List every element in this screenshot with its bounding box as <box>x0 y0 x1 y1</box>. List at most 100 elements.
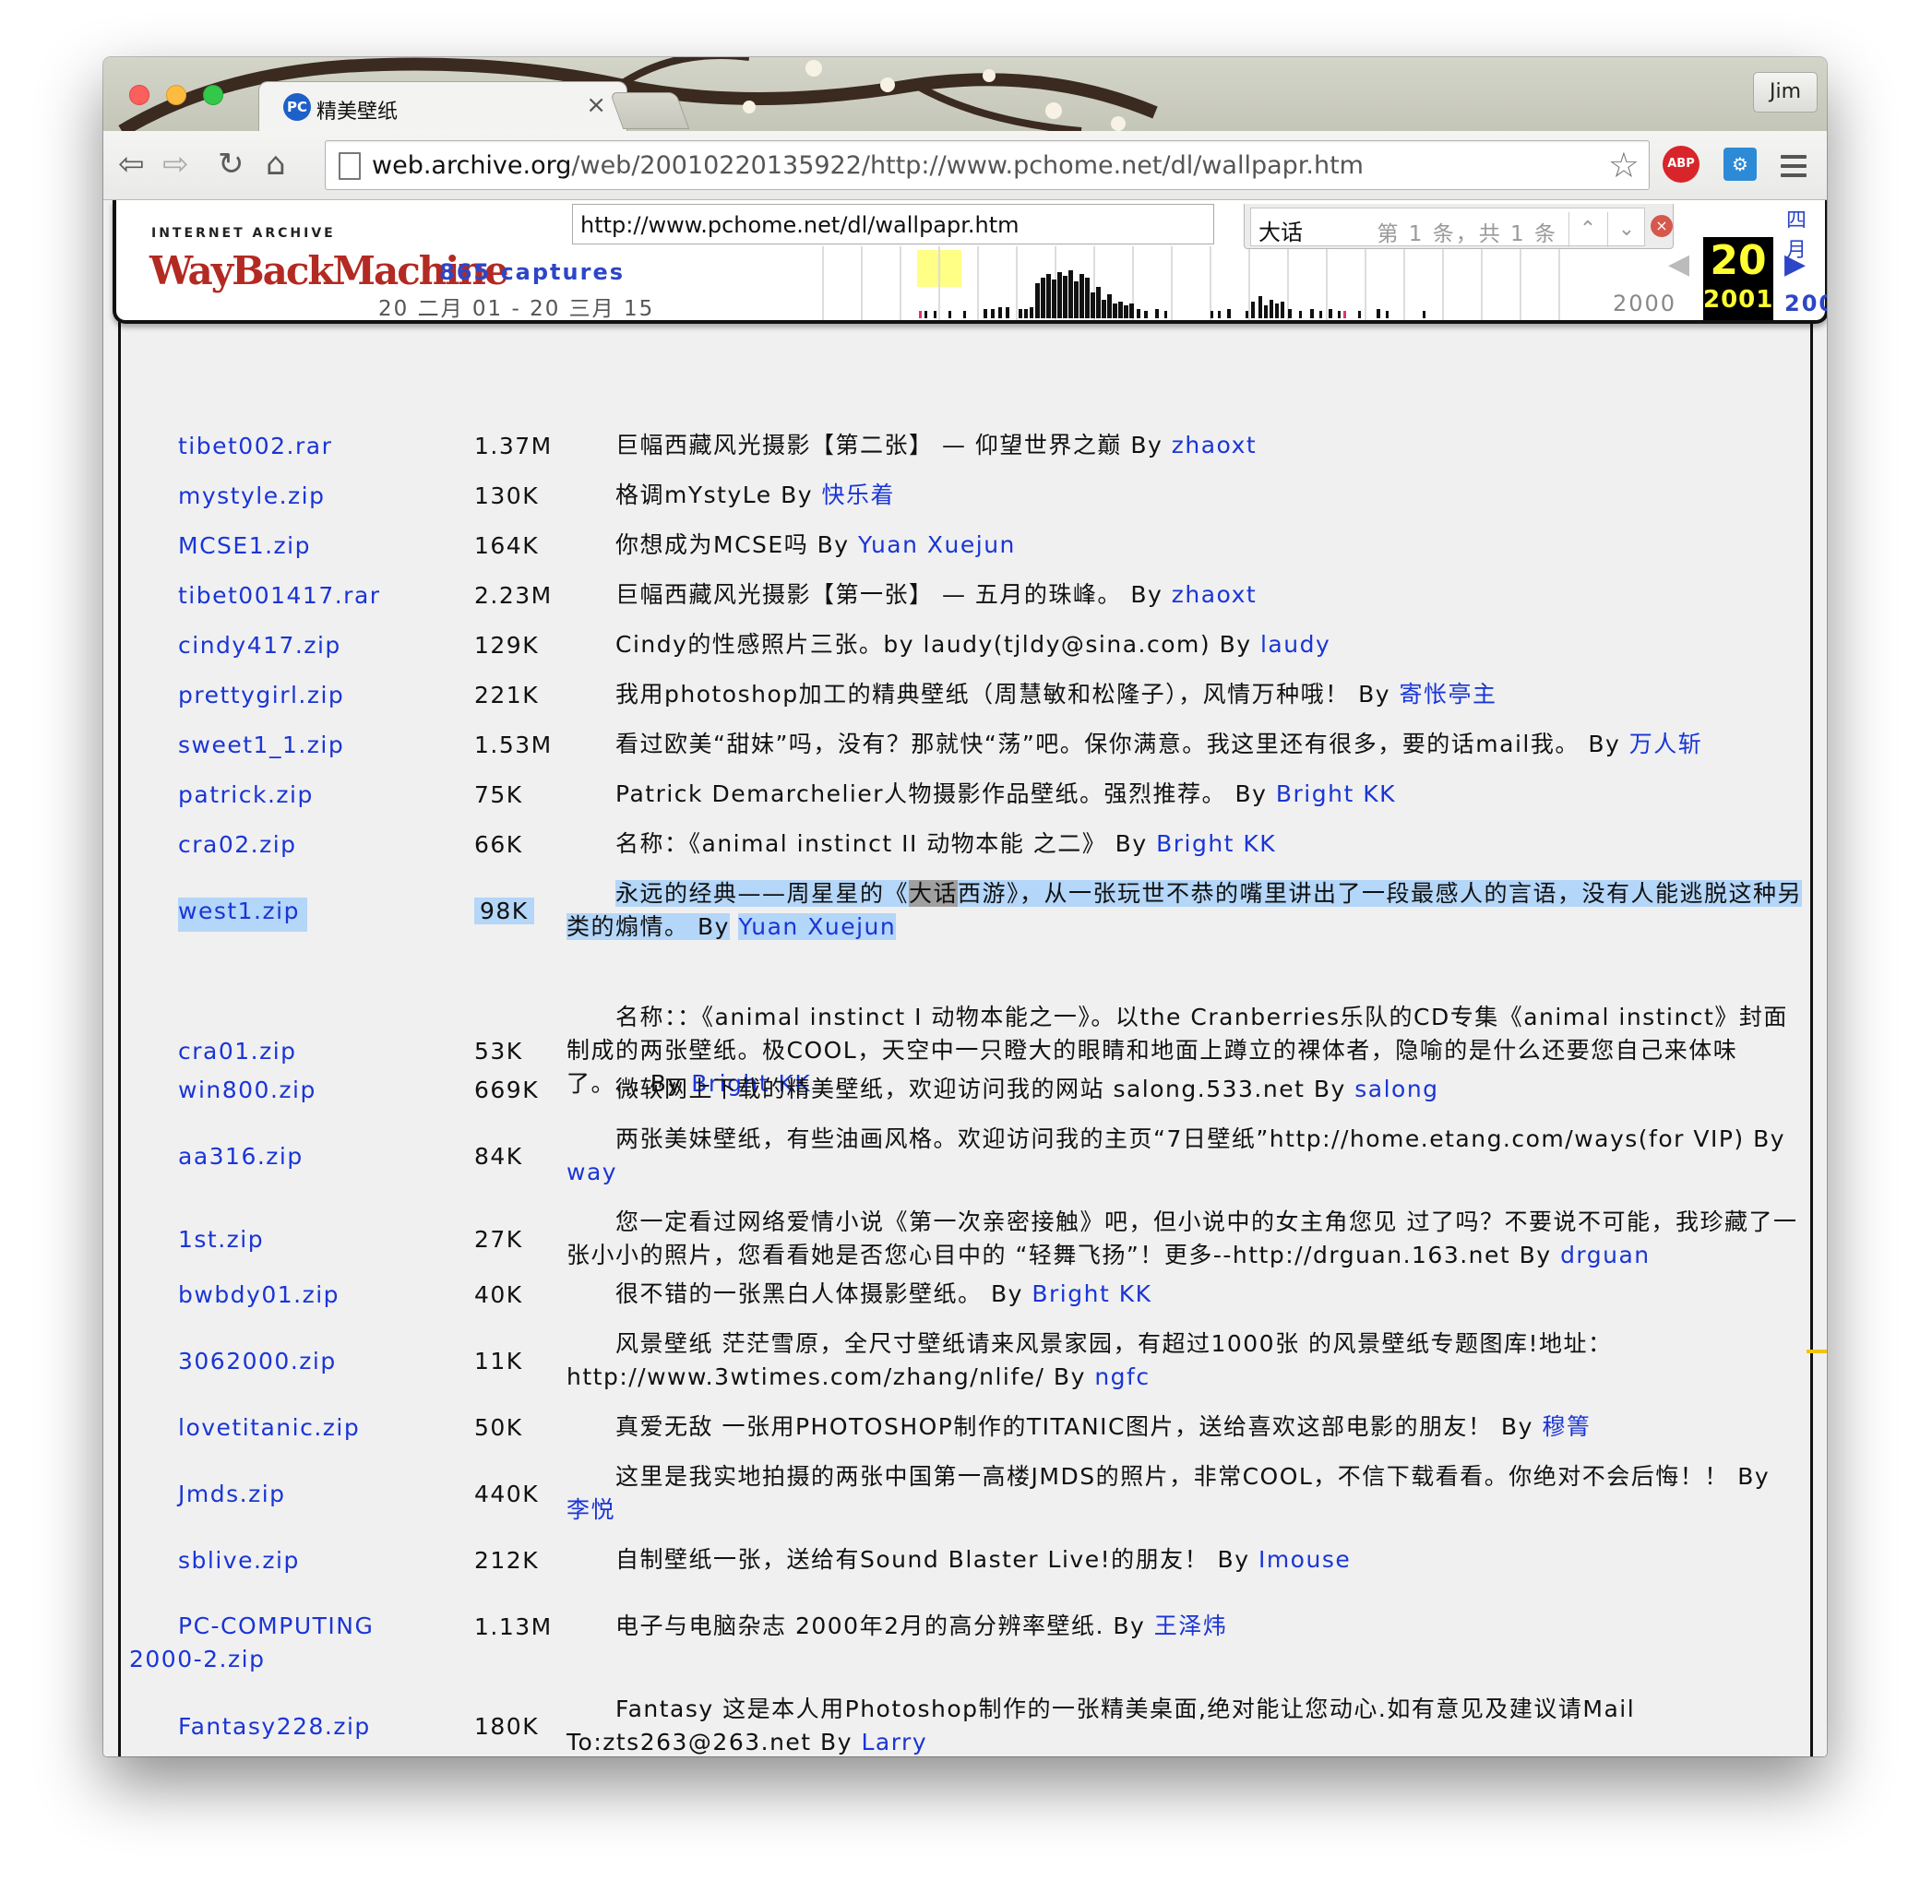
author-link[interactable]: drguan <box>1560 1242 1651 1268</box>
author-link[interactable]: Bright KK <box>1032 1280 1151 1307</box>
year-next-link[interactable]: 2002 <box>1784 291 1827 316</box>
find-next-icon[interactable]: ⌄ <box>1607 212 1645 247</box>
author-link[interactable]: 穆箐 <box>1542 1413 1591 1440</box>
captures-sparkline[interactable] <box>786 246 1616 320</box>
address-text: web.archive.org/web/20010220135922/http:… <box>372 151 1364 180</box>
author-link[interactable]: way <box>566 1159 617 1185</box>
file-description: 真爱无敌 一张用PHOTOSHOP制作的TITANIC图片，送给喜欢这部电影的朋… <box>566 1410 1803 1444</box>
window-zoom-button[interactable] <box>203 85 223 105</box>
file-link[interactable]: tibet001417.rar <box>178 582 381 609</box>
file-link[interactable]: patrick.zip <box>178 781 314 808</box>
author-link[interactable]: Yuan Xuejun <box>738 913 897 940</box>
file-size: 11K <box>474 1347 523 1374</box>
wayback-url-input[interactable]: http://www.pchome.net/dl/wallpapr.htm <box>572 204 1214 244</box>
desc-text: 巨幅西藏风光摄影【第一张】 — 五月的珠峰。 By <box>615 581 1163 608</box>
author-link[interactable]: 万人斩 <box>1629 731 1703 757</box>
file-size: 40K <box>474 1280 523 1308</box>
file-link[interactable]: PC-COMPUTING 2000-2.zip <box>129 1610 397 1676</box>
author-link[interactable]: ngfc <box>1094 1363 1150 1390</box>
page-content: INTERNET ARCHIVE WayBackMachine http://w… <box>103 200 1827 1756</box>
find-input[interactable]: 大话 第 1 条，共 1 条 ⌃ ⌄ <box>1250 208 1645 247</box>
find-scroll-marker <box>1807 1350 1827 1353</box>
file-link[interactable]: cra01.zip <box>178 1038 297 1065</box>
desc-text: 你想成为MCSE吗 By <box>615 531 850 558</box>
captures-range: 20 二月 01 - 20 三月 15 <box>378 297 655 321</box>
file-link[interactable]: Jmds.zip <box>178 1481 286 1507</box>
author-link[interactable]: laudy <box>1260 631 1330 658</box>
current-year-box: 20 2001 <box>1703 237 1773 320</box>
bookmark-star-icon[interactable]: ☆ <box>1608 145 1640 185</box>
file-link[interactable]: sweet1_1.zip <box>178 732 344 758</box>
window-close-button[interactable] <box>129 85 149 105</box>
file-description: 自制壁纸一张，送给有Sound Blaster Live!的朋友！ By Imo… <box>566 1543 1803 1577</box>
file-size: 669K <box>474 1076 540 1103</box>
desc-text: Fantasy 这是本人用Photoshop制作的一张精美桌面,绝对能让您动心.… <box>566 1696 1636 1755</box>
file-size: 130K <box>474 482 540 509</box>
file-size: 180K <box>474 1712 540 1740</box>
author-link[interactable]: Imouse <box>1258 1546 1351 1573</box>
file-link[interactable]: bwbdy01.zip <box>178 1281 340 1308</box>
file-description: 名称：《animal instinct II 动物本能 之二》 By Brigh… <box>566 827 1803 861</box>
file-size: 75K <box>474 780 523 808</box>
home-icon[interactable]: ⌂ <box>266 144 286 184</box>
forward-arrow-icon[interactable]: ⇨ <box>162 144 189 184</box>
file-link[interactable]: aa316.zip <box>178 1143 304 1170</box>
reload-icon[interactable]: ↻ <box>218 144 244 184</box>
author-link[interactable]: zhaoxt <box>1172 581 1257 608</box>
desc-text: 看过欧美“甜妹”吗，没有？那就快“荡”吧。保你满意。我这里还有很多，要的话mai… <box>615 731 1621 757</box>
file-link[interactable]: prettygirl.zip <box>178 682 344 708</box>
author-link[interactable]: 快乐着 <box>821 482 895 508</box>
file-size: 164K <box>474 531 540 559</box>
file-link[interactable]: west1.zip <box>178 897 307 932</box>
author-link[interactable]: Larry <box>861 1729 927 1755</box>
file-link[interactable]: MCSE1.zip <box>178 532 311 559</box>
author-link[interactable]: Bright KK <box>1276 780 1396 807</box>
file-link[interactable]: Fantasy228.zip <box>178 1713 371 1740</box>
author-link[interactable]: 王泽炜 <box>1154 1612 1228 1639</box>
file-link[interactable]: win800.zip <box>178 1077 316 1103</box>
file-description: 你想成为MCSE吗 By Yuan Xuejun <box>566 529 1803 562</box>
desc-text: 两张美妹壁纸，有些油画风格。欢迎访问我的主页“7日壁纸”http://home.… <box>615 1125 1786 1152</box>
desc-text: 自制壁纸一张，送给有Sound Blaster Live!的朋友！ By <box>615 1546 1250 1573</box>
internet-archive-label: INTERNET ARCHIVE <box>151 226 336 241</box>
file-link[interactable]: 3062000.zip <box>178 1348 337 1374</box>
author-link[interactable]: 寄怅亭主 <box>1400 681 1497 708</box>
file-link[interactable]: 1st.zip <box>178 1226 264 1253</box>
find-close-icon[interactable]: × <box>1651 215 1673 237</box>
author-link[interactable]: 李悦 <box>566 1496 615 1523</box>
pchome-favicon-icon: PC <box>283 93 311 121</box>
file-size: 440K <box>474 1480 540 1507</box>
profile-button[interactable]: Jim <box>1753 72 1818 113</box>
window-minimize-button[interactable] <box>166 85 186 105</box>
file-link[interactable]: lovetitanic.zip <box>178 1414 360 1441</box>
file-link[interactable]: cindy417.zip <box>178 632 341 659</box>
next-capture-icon[interactable]: ▶ <box>1784 248 1806 280</box>
find-prev-icon[interactable]: ⌃ <box>1568 212 1606 247</box>
file-link[interactable]: tibet002.rar <box>178 433 332 459</box>
file-description: 您一定看过网络爱情小说《第一次亲密接触》吧，但小说中的女主角您见 过了吗？不要说… <box>566 1206 1803 1272</box>
author-link[interactable]: Yuan Xuejun <box>858 531 1016 558</box>
prev-capture-icon[interactable]: ◀ <box>1668 248 1689 280</box>
file-link[interactable]: cra02.zip <box>178 831 297 858</box>
author-link[interactable]: Bright KK <box>1156 830 1276 857</box>
new-tab-button[interactable] <box>609 92 690 129</box>
file-description: Cindy的性感照片三张。by laudy(tjldy@sina.com) By… <box>566 628 1803 661</box>
captures-count[interactable]: 865 captures <box>439 259 625 285</box>
author-link[interactable]: zhaoxt <box>1172 432 1257 458</box>
address-bar[interactable]: web.archive.org/web/20010220135922/http:… <box>325 140 1650 190</box>
file-size: 129K <box>474 631 540 659</box>
tab-close-icon[interactable]: × <box>586 91 606 119</box>
adblock-plus-icon[interactable]: ABP <box>1663 146 1699 183</box>
extension-icon[interactable]: ⚙ <box>1723 148 1757 181</box>
desc-text: 风景壁纸 茫茫雪原，全尺寸壁纸请来风景家园，有超过1000张 的风景壁纸专题图库… <box>566 1330 1613 1390</box>
author-link[interactable]: salong <box>1354 1076 1438 1102</box>
tab-active[interactable]: PC 精美壁纸 × <box>258 81 627 131</box>
file-link[interactable]: sblive.zip <box>178 1547 300 1574</box>
file-link[interactable]: mystyle.zip <box>178 482 325 509</box>
back-arrow-icon[interactable]: ⇦ <box>118 144 145 184</box>
year-prev-link[interactable]: 2000 <box>1613 291 1676 316</box>
file-description: 巨幅西藏风光摄影【第一张】 — 五月的珠峰。 By zhaoxt <box>566 578 1803 612</box>
file-size: 66K <box>474 830 523 858</box>
page-border <box>118 200 121 1756</box>
menu-icon[interactable] <box>1781 155 1807 183</box>
